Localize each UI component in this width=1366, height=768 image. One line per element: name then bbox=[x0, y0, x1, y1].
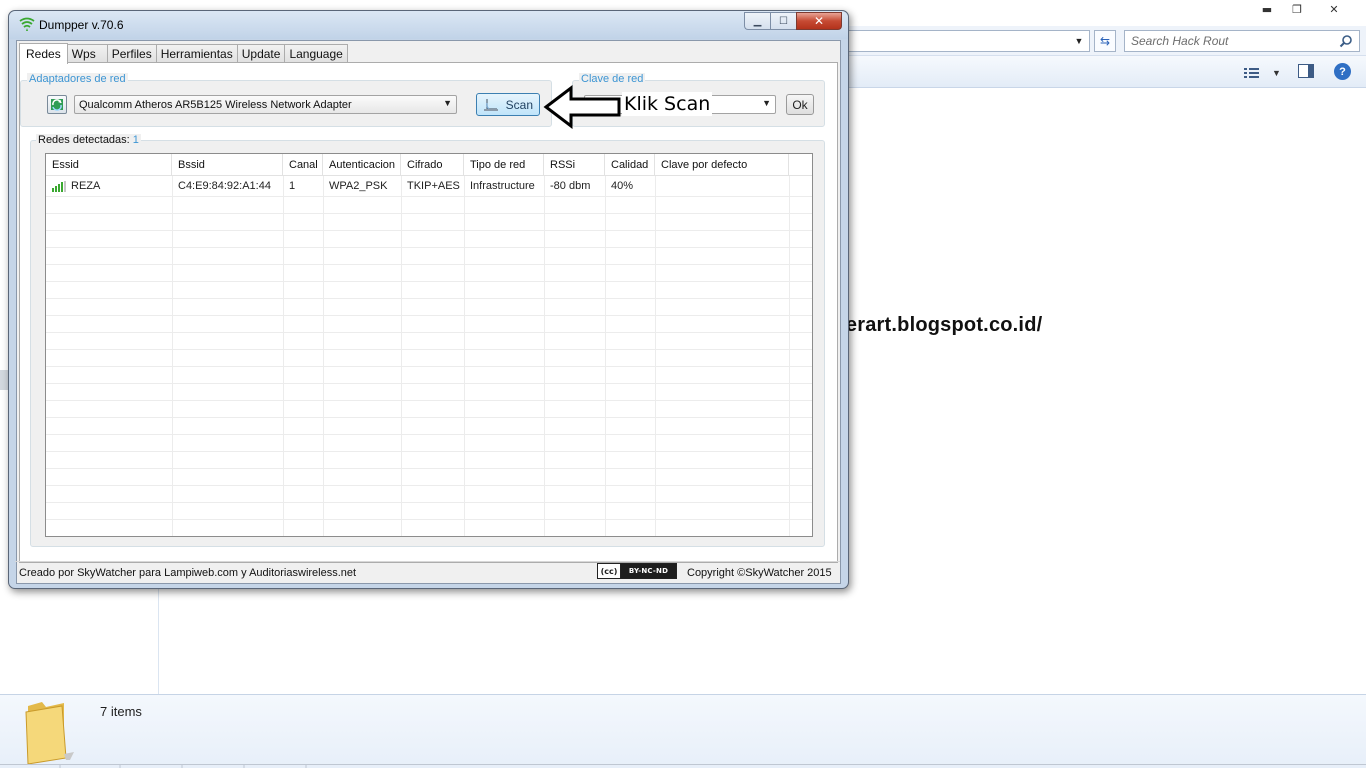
explorer-command-bar: ▼ ? bbox=[846, 56, 1366, 88]
explorer-details-pane: 7 items bbox=[0, 694, 1366, 768]
chevron-down-icon[interactable]: ▼ bbox=[443, 98, 452, 108]
cc-badge-left: (cc) bbox=[598, 564, 621, 578]
column-header-autenticacion[interactable]: Autenticacion bbox=[323, 154, 401, 176]
cell-cifrado: TKIP+AES bbox=[407, 180, 460, 192]
explorer-address-bar[interactable]: ▼ bbox=[846, 30, 1090, 52]
close-button[interactable]: ✕ bbox=[796, 12, 842, 30]
status-copyright: Copyright ©SkyWatcher 2015 bbox=[687, 567, 832, 579]
adapters-group-label: Adaptadores de red bbox=[27, 73, 128, 85]
taskbar-edge bbox=[0, 764, 1366, 768]
scan-button[interactable]: Scan bbox=[476, 93, 540, 116]
chevron-down-icon[interactable]: ▼ bbox=[1272, 68, 1281, 78]
search-icon[interactable] bbox=[1339, 34, 1353, 48]
networks-table-header: Essid Bssid Canal Autenticacion Cifrado … bbox=[46, 154, 812, 176]
cell-essid: REZA bbox=[46, 176, 172, 196]
table-gridlines bbox=[46, 176, 812, 536]
details-view-icon[interactable] bbox=[1244, 67, 1260, 79]
column-header-canal[interactable]: Canal bbox=[283, 154, 323, 176]
tab-language[interactable]: Language bbox=[285, 44, 348, 63]
scan-icon bbox=[484, 99, 498, 111]
maximize-button[interactable]: ☐ bbox=[770, 12, 796, 30]
networks-table[interactable]: Essid Bssid Canal Autenticacion Cifrado … bbox=[45, 153, 813, 537]
window-title: Dumpper v.70.6 bbox=[39, 18, 124, 32]
status-bar: Creado por SkyWatcher para Lampiweb.com … bbox=[15, 561, 840, 582]
explorer-address-row: ▼ ⇆ bbox=[846, 26, 1366, 56]
wifi-icon bbox=[19, 17, 35, 31]
detected-networks-title: Redes detectadas: bbox=[38, 134, 130, 146]
refresh-icon[interactable]: ⇆ bbox=[1094, 30, 1116, 52]
column-header-rssi[interactable]: RSSi bbox=[544, 154, 605, 176]
cc-badge-right: BY-NC-ND bbox=[621, 564, 676, 578]
explorer-close-button[interactable]: ✕ bbox=[1312, 0, 1356, 18]
column-header-essid[interactable]: Essid bbox=[46, 154, 172, 176]
folder-icon bbox=[25, 702, 74, 764]
cell-bssid: C4:E9:84:92:A1:44 bbox=[178, 180, 271, 192]
navigation-pane-divider[interactable] bbox=[158, 588, 159, 695]
essid-value: REZA bbox=[71, 180, 101, 192]
column-header-calidad[interactable]: Calidad bbox=[605, 154, 655, 176]
address-dropdown-icon[interactable]: ▼ bbox=[1071, 32, 1087, 50]
chevron-down-icon[interactable]: ▼ bbox=[762, 98, 771, 108]
scan-button-label: Scan bbox=[505, 97, 533, 112]
cell-tipo-de-red: Infrastructure bbox=[470, 180, 535, 192]
cell-autenticacion: WPA2_PSK bbox=[329, 180, 388, 192]
creative-commons-badge[interactable]: (cc) BY-NC-ND bbox=[597, 563, 677, 579]
change-view-control[interactable]: ▼ bbox=[1244, 65, 1284, 81]
search-input[interactable] bbox=[1131, 34, 1331, 48]
detected-networks-count: 1 bbox=[132, 134, 139, 146]
window-controls: ▁ ☐ ✕ bbox=[744, 12, 842, 30]
tab-redes[interactable]: Redes bbox=[19, 43, 68, 64]
status-separator bbox=[15, 561, 840, 562]
tab-perfiles[interactable]: Perfiles bbox=[107, 44, 157, 63]
network-adapter-icon[interactable] bbox=[47, 95, 67, 114]
annotation-klik-scan: Klik Scan bbox=[622, 92, 713, 116]
tab-strip: Redes Wps Perfiles Herramientas Update L… bbox=[19, 43, 348, 64]
tab-wps[interactable]: Wps bbox=[67, 44, 108, 63]
explorer-search-box[interactable] bbox=[1124, 30, 1360, 52]
status-credits: Creado por SkyWatcher para Lampiweb.com … bbox=[19, 567, 357, 579]
preview-pane-icon[interactable] bbox=[1298, 64, 1314, 78]
arrow-left-annotation bbox=[543, 85, 621, 129]
column-header-clave-por-defecto[interactable]: Clave por defecto bbox=[655, 154, 789, 176]
minimize-button[interactable]: ▁ bbox=[744, 12, 770, 30]
tab-herramientas[interactable]: Herramientas bbox=[156, 44, 238, 63]
ok-button[interactable]: Ok bbox=[786, 94, 814, 115]
table-row[interactable]: REZA C4:E9:84:92:A1:44 1 WPA2_PSK TKIP+A… bbox=[46, 176, 812, 196]
cell-calidad: 40% bbox=[611, 180, 634, 192]
detected-networks-label: Redes detectadas: 1 bbox=[36, 134, 141, 146]
column-header-cifrado[interactable]: Cifrado bbox=[401, 154, 464, 176]
dumpper-titlebar[interactable]: Dumpper v.70.6 ▁ ☐ ✕ bbox=[9, 11, 848, 39]
signal-strength-icon bbox=[52, 180, 66, 192]
adapter-dropdown[interactable]: Qualcomm Atheros AR5B125 Wireless Networ… bbox=[74, 95, 457, 114]
cell-canal: 1 bbox=[289, 180, 296, 192]
items-count: 7 items bbox=[100, 704, 142, 719]
explorer-restore-button[interactable]: ❐ bbox=[1282, 0, 1312, 18]
tab-update[interactable]: Update bbox=[237, 44, 286, 63]
cell-rssi: -80 dbm bbox=[550, 180, 591, 192]
explorer-minimize-button[interactable]: ▬ bbox=[1252, 0, 1282, 18]
cell-clave-por-defecto bbox=[655, 176, 789, 196]
column-header-bssid[interactable]: Bssid bbox=[172, 154, 283, 176]
explorer-window-controls: ▬ ❐ ✕ bbox=[1252, 0, 1356, 19]
background-window-edge bbox=[0, 370, 8, 390]
network-key-group-label: Clave de red bbox=[579, 73, 646, 85]
help-icon[interactable]: ? bbox=[1334, 63, 1351, 80]
column-header-tipo-de-red[interactable]: Tipo de red bbox=[464, 154, 544, 176]
adapter-dropdown-value: Qualcomm Atheros AR5B125 Wireless Networ… bbox=[79, 98, 352, 111]
